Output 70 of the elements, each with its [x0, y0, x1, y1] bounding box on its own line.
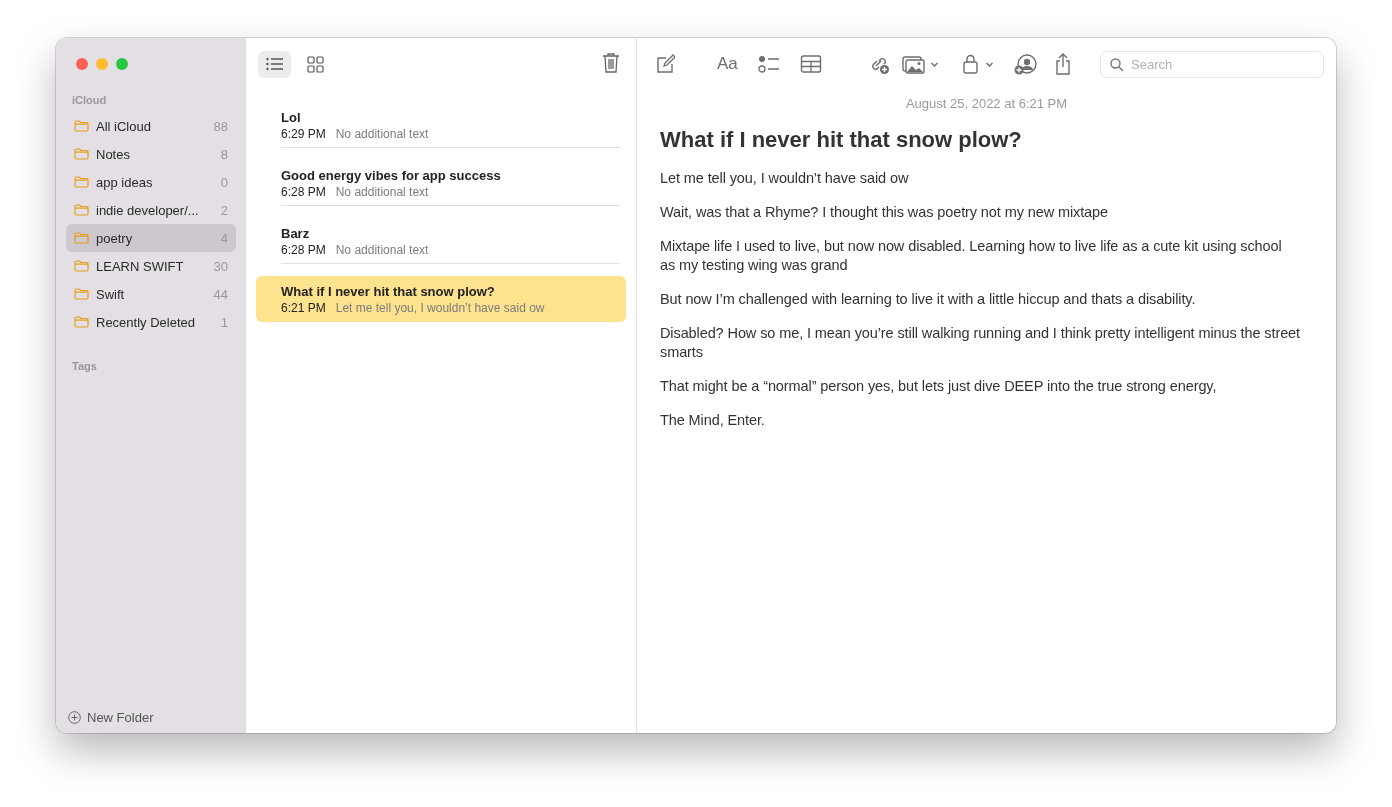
folder-name: indie developer/... [96, 202, 200, 218]
note-heading: What if I never hit that snow plow? [660, 127, 1023, 153]
collaborate-icon[interactable] [1013, 53, 1038, 75]
folder-count: 88 [213, 118, 228, 134]
note-title: Lol [281, 110, 302, 125]
folder-icon [74, 148, 89, 160]
note-preview: No additional text [335, 243, 429, 257]
search-field[interactable]: Search [1100, 50, 1324, 78]
folder-name: All iCloud [96, 118, 152, 134]
note-time: 6:28 PM [281, 185, 326, 199]
note-time: 6:28 PM [281, 243, 326, 257]
note-item[interactable]: Good energy vibes for app success 6:28 PM No additional text [256, 160, 626, 206]
table-icon[interactable] [799, 53, 822, 75]
new-folder-button[interactable]: New Folder [66, 710, 236, 733]
folder-item[interactable]: LEARN SWIFT 30 [66, 252, 236, 280]
section-heading: iCloud [71, 93, 108, 108]
folder-item[interactable]: Swift 44 [66, 280, 236, 308]
folder-count: 1 [220, 314, 228, 330]
folder-icon [74, 260, 89, 272]
plus-circle-icon [68, 711, 81, 724]
folder-item[interactable]: Recently Deleted 1 [66, 308, 236, 336]
note-title: What if I never hit that snow plow? [281, 284, 496, 299]
note-title: Good energy vibes for app success [281, 168, 502, 183]
compose-icon[interactable] [655, 53, 675, 75]
note-item[interactable]: Lol 6:29 PM No additional text [256, 102, 626, 148]
note-time: 6:29 PM [281, 127, 326, 141]
note-paragraph: The Mind, Enter. [660, 411, 766, 430]
folder-icon [74, 204, 89, 216]
format-button[interactable]: Aa [717, 54, 738, 74]
folder-name: Swift [96, 286, 126, 302]
section-heading: Tags [71, 359, 98, 374]
note-item[interactable]: Barz 6:28 PM No additional text [256, 218, 626, 264]
folder-icon [74, 316, 89, 328]
folder-item[interactable]: indie developer/... 2 [66, 196, 236, 224]
delete-button[interactable] [602, 52, 620, 76]
note-preview: Let me tell you, I wouldn’t have said ow [335, 301, 545, 315]
note-paragraph: Wait, was that a Rhyme? I thought this was poetry not my new mixtape [660, 203, 1109, 222]
checklist-icon[interactable] [757, 53, 780, 75]
folder-icon [74, 232, 89, 244]
folder-count: 0 [220, 174, 228, 190]
folder-item[interactable]: Notes 8 [66, 140, 236, 168]
folder-icon [74, 288, 89, 300]
folder-count: 8 [220, 146, 228, 162]
note-item[interactable]: What if I never hit that snow plow? 6:21 PM Let me tell you, I wouldn’t have said ow [256, 276, 626, 322]
folder-count: 30 [213, 258, 228, 274]
note-time: 6:21 PM [281, 301, 326, 315]
list-view-button[interactable] [258, 50, 291, 78]
note-date: August 25, 2022 at 6:21 PM [904, 96, 1069, 111]
grid-icon [307, 55, 324, 73]
note-preview: No additional text [335, 127, 429, 141]
share-icon[interactable] [1053, 53, 1072, 75]
folder-icon [74, 120, 89, 132]
folder-name: poetry [96, 230, 134, 246]
note-paragraph: But now I’m challenged with learning to live it with a little hiccup and thats a disability. [660, 290, 1197, 309]
folder-count: 2 [220, 202, 228, 218]
note-paragraph: Let me tell you, I wouldn’t have said ow [660, 169, 910, 188]
folder-count: 44 [213, 286, 228, 302]
note-paragraph: That might be a “normal” person yes, but lets just dive DEEP into the true strong energy, [660, 377, 1218, 396]
folder-name: Recently Deleted [96, 314, 196, 330]
note-paragraph: Mixtape life I used to live, but now now disabled. Learning how to live life as a cute kit using school as my testing wing was grand [660, 237, 1283, 275]
note-preview: No additional text [335, 185, 429, 199]
folder-name: Notes [96, 146, 131, 162]
folder-name: LEARN SWIFT [96, 258, 185, 274]
folder-icon [74, 176, 89, 188]
list-icon [265, 57, 284, 71]
folder-item[interactable]: app ideas 0 [66, 168, 236, 196]
folder-item[interactable]: All iCloud 88 [66, 112, 236, 140]
note-paragraph: Disabled? How so me, I mean you’re still walking running and I think pretty intelligent minus the street smarts [660, 324, 1300, 362]
folder-name: app ideas [96, 174, 154, 190]
note-title: Barz [281, 226, 311, 241]
